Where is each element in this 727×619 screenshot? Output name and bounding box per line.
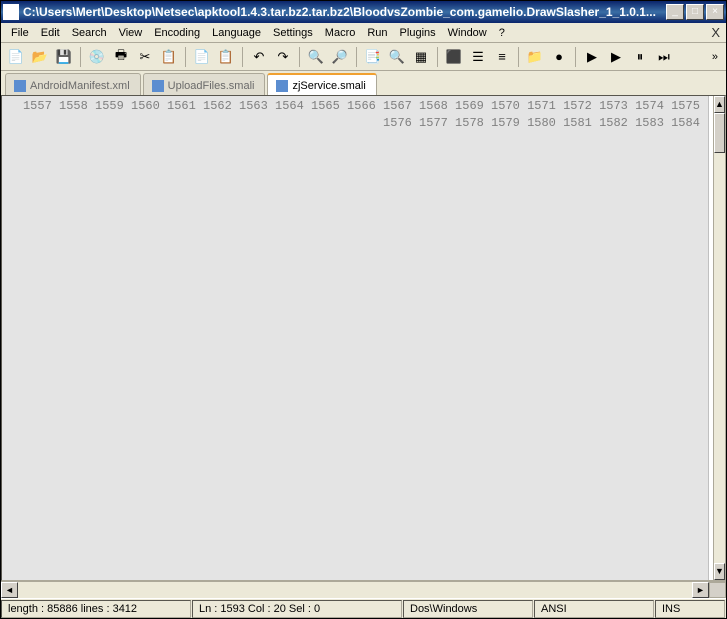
menu-encoding[interactable]: Encoding xyxy=(148,25,206,41)
menu-search[interactable]: Search xyxy=(66,25,113,41)
maximize-button[interactable]: □ xyxy=(686,4,704,20)
toolbar-button-6[interactable]: 📋 xyxy=(158,46,180,68)
toolbar-button-16[interactable]: ⬛ xyxy=(443,46,465,68)
toolbar-separator xyxy=(356,47,357,67)
toolbar-button-24[interactable]: ⏭ xyxy=(653,46,675,68)
toolbar-button-21[interactable]: ▶ xyxy=(581,46,603,68)
editor-area: 1557 1558 1559 1560 1561 1562 1563 1564 … xyxy=(1,95,726,581)
toolbar: 📄📂💾💿🖶✂📋📄📋↶↷🔍🔎📑🔍▦⬛☰≡📁●▶▶⏸⏭» xyxy=(1,43,726,71)
horizontal-scroll-row: ◄ ► xyxy=(1,581,726,598)
toolbar-button-13[interactable]: 📑 xyxy=(362,46,384,68)
menu-bar: File Edit Search View Encoding Language … xyxy=(1,23,726,43)
status-position: Ln : 1593 Col : 20 Sel : 0 xyxy=(192,600,402,618)
minimize-button[interactable]: _ xyxy=(666,4,684,20)
menu-run[interactable]: Run xyxy=(361,25,393,41)
status-eol: Dos\Windows xyxy=(403,600,533,618)
menu-plugins[interactable]: Plugins xyxy=(394,25,442,41)
tab-label: AndroidManifest.xml xyxy=(30,80,130,92)
menu-language[interactable]: Language xyxy=(206,25,267,41)
toolbar-button-22[interactable]: ▶ xyxy=(605,46,627,68)
toolbar-button-9[interactable]: ↶ xyxy=(248,46,270,68)
vertical-scrollbar[interactable]: ▲ ▼ xyxy=(713,96,725,580)
scroll-right-arrow[interactable]: ► xyxy=(692,582,709,598)
toolbar-separator xyxy=(242,47,243,67)
tab-label: UploadFiles.smali xyxy=(168,80,255,92)
toolbar-button-10[interactable]: ↷ xyxy=(272,46,294,68)
window-title: C:\Users\Mert\Desktop\Netsec\apktool1.4.… xyxy=(23,5,666,19)
tab-androidmanifest-xml[interactable]: AndroidManifest.xml xyxy=(5,73,141,95)
menu-macro[interactable]: Macro xyxy=(319,25,362,41)
line-number-gutter: 1557 1558 1559 1560 1561 1562 1563 1564 … xyxy=(2,96,709,580)
hscroll-track[interactable] xyxy=(18,582,692,598)
tab-label: zjService.smali xyxy=(292,80,365,92)
menu-help[interactable]: ? xyxy=(493,25,511,41)
toolbar-button-23[interactable]: ⏸ xyxy=(629,46,651,68)
title-bar: C:\Users\Mert\Desktop\Netsec\apktool1.4.… xyxy=(1,1,726,23)
toolbar-button-14[interactable]: 🔍 xyxy=(386,46,408,68)
tab-bar: AndroidManifest.xml UploadFiles.smali zjSe… xyxy=(1,71,726,95)
tab-uploadfiles-smali[interactable]: UploadFiles.smali xyxy=(143,73,266,95)
toolbar-button-18[interactable]: ≡ xyxy=(491,46,513,68)
toolbar-separator xyxy=(299,47,300,67)
toolbar-button-2[interactable]: 💾 xyxy=(53,46,75,68)
toolbar-button-20[interactable]: ● xyxy=(548,46,570,68)
scroll-corner xyxy=(709,582,726,598)
toolbar-separator xyxy=(437,47,438,67)
toolbar-separator xyxy=(518,47,519,67)
scroll-left-arrow[interactable]: ◄ xyxy=(1,582,18,598)
close-button[interactable]: × xyxy=(706,4,724,20)
toolbar-button-11[interactable]: 🔍 xyxy=(305,46,327,68)
status-length: length : 85886 lines : 3412 xyxy=(1,600,191,618)
toolbar-button-5[interactable]: ✂ xyxy=(134,46,156,68)
status-bar: length : 85886 lines : 3412 Ln : 1593 Co… xyxy=(1,598,726,618)
status-encoding: ANSI xyxy=(534,600,654,618)
menu-view[interactable]: View xyxy=(113,25,149,41)
file-icon xyxy=(152,80,164,92)
status-mode: INS xyxy=(655,600,725,618)
toolbar-separator xyxy=(575,47,576,67)
menu-window[interactable]: Window xyxy=(442,25,493,41)
toolbar-button-12[interactable]: 🔎 xyxy=(329,46,351,68)
scroll-down-arrow[interactable]: ▼ xyxy=(714,563,725,580)
file-icon xyxy=(276,80,288,92)
app-icon xyxy=(3,4,19,20)
toolbar-separator xyxy=(80,47,81,67)
toolbar-button-3[interactable]: 💿 xyxy=(86,46,108,68)
scroll-up-arrow[interactable]: ▲ xyxy=(714,96,725,113)
toolbar-overflow-icon[interactable]: » xyxy=(708,51,722,63)
toolbar-button-1[interactable]: 📂 xyxy=(29,46,51,68)
menu-edit[interactable]: Edit xyxy=(35,25,66,41)
toolbar-button-15[interactable]: ▦ xyxy=(410,46,432,68)
tab-zjservice-smali[interactable]: zjService.smali xyxy=(267,73,376,95)
scroll-thumb[interactable] xyxy=(714,113,725,153)
toolbar-button-4[interactable]: 🖶 xyxy=(110,46,132,68)
horizontal-scrollbar[interactable]: ◄ ► xyxy=(1,582,709,598)
menu-settings[interactable]: Settings xyxy=(267,25,319,41)
toolbar-separator xyxy=(185,47,186,67)
toolbar-button-0[interactable]: 📄 xyxy=(5,46,27,68)
toolbar-button-17[interactable]: ☰ xyxy=(467,46,489,68)
toolbar-button-7[interactable]: 📄 xyxy=(191,46,213,68)
file-icon xyxy=(14,80,26,92)
menu-file[interactable]: File xyxy=(5,25,35,41)
toolbar-button-8[interactable]: 📋 xyxy=(215,46,237,68)
tab-close-x[interactable]: X xyxy=(711,25,720,40)
toolbar-button-19[interactable]: 📁 xyxy=(524,46,546,68)
